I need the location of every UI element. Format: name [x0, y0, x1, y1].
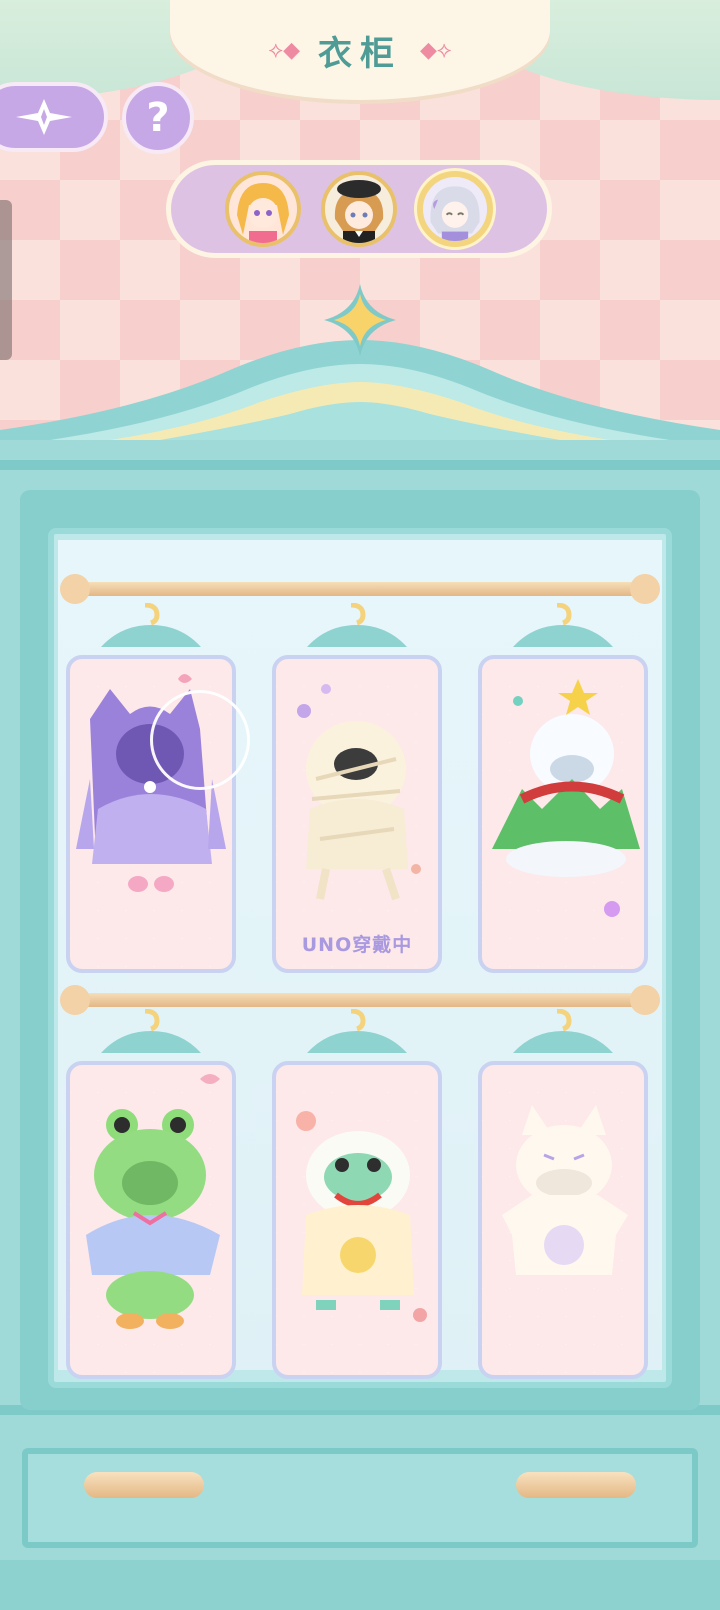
outfit-slot-4[interactable]	[66, 1009, 236, 1381]
white-cat-locked-outfit-icon	[502, 1105, 628, 1275]
hanger-icon	[307, 603, 407, 647]
beret-girl-avatar-icon	[325, 175, 393, 243]
blonde-girl-avatar-icon	[229, 175, 297, 243]
character-avatar-1[interactable]	[225, 171, 301, 247]
character-selector	[166, 160, 552, 258]
wardrobe-base	[0, 1560, 720, 1610]
christmas-tree-snowman-outfit-icon	[492, 679, 640, 917]
silver-hair-girl-avatar-icon	[423, 177, 487, 241]
mummy-bandage-outfit-icon	[297, 684, 421, 901]
rod-end-right	[630, 574, 660, 604]
character-avatar-3[interactable]	[417, 171, 493, 247]
drawer-handle-left[interactable]	[84, 1472, 204, 1498]
outfit-slot-5[interactable]	[272, 1009, 442, 1381]
hanger-icon	[307, 1009, 407, 1053]
rod-end-right	[630, 985, 660, 1015]
wardrobe-star-ornament-icon	[324, 284, 396, 356]
wardrobe-molding-top	[0, 460, 720, 470]
character-avatar-2[interactable]	[321, 171, 397, 247]
hanger-icon	[101, 603, 201, 647]
outfit-card[interactable]: UNO穿戴中	[272, 655, 442, 973]
green-frog-cape-outfit-icon	[86, 1074, 220, 1329]
outfit-slot-2[interactable]: UNO穿戴中	[272, 603, 442, 975]
outfit-card[interactable]	[272, 1061, 442, 1379]
hanger-icon	[513, 603, 613, 647]
outfit-slot-6[interactable]	[478, 1009, 648, 1381]
hanging-rod-top	[60, 574, 660, 604]
back-button[interactable]	[0, 82, 108, 152]
outfit-card[interactable]	[478, 1061, 648, 1379]
page-title: 衣柜	[318, 33, 402, 74]
wardrobe-drawer[interactable]	[22, 1448, 698, 1548]
lion-dance-outfit-icon	[296, 1111, 427, 1322]
rod-end-left	[60, 985, 90, 1015]
right-diamond-decoration-icon: ◆⟡	[420, 37, 452, 63]
help-icon: ?	[146, 95, 170, 141]
outfit-slot-3[interactable]	[478, 603, 648, 975]
hanger-icon	[101, 1009, 201, 1053]
drawer-handle-right[interactable]	[516, 1472, 636, 1498]
hanging-rod-bottom	[60, 985, 660, 1015]
hanger-icon	[513, 1009, 613, 1053]
left-diamond-decoration-icon: ⟡◆	[268, 37, 300, 63]
tutorial-focus-ring	[150, 690, 250, 790]
outfit-card[interactable]	[66, 1061, 236, 1379]
wearing-status-label: UNO穿戴中	[301, 934, 413, 956]
compass-star-icon	[16, 99, 72, 135]
rod-end-left	[60, 574, 90, 604]
outfit-card[interactable]	[478, 655, 648, 973]
help-button[interactable]: ?	[122, 82, 194, 154]
